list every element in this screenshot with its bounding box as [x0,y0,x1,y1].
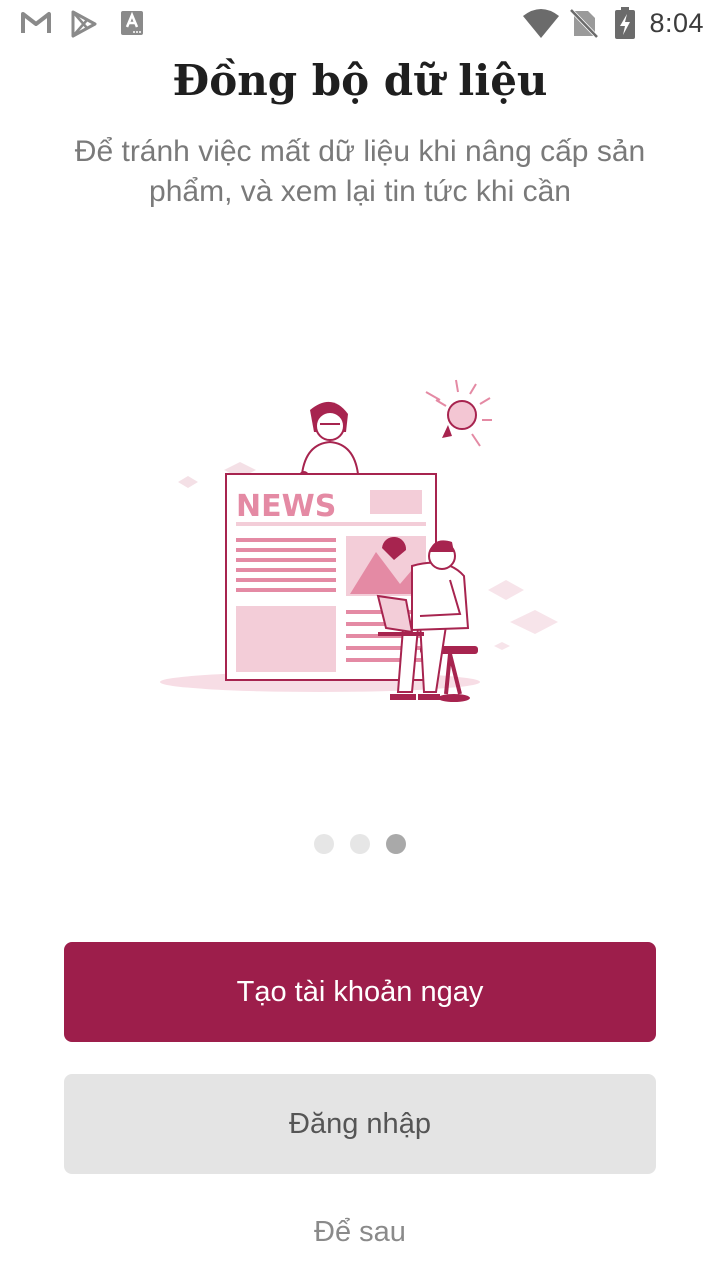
newspaper-illustration: NEWS [150,370,570,720]
create-account-button[interactable]: Tạo tài khoản ngay [64,942,656,1042]
news-label: NEWS [236,489,336,524]
wifi-icon [522,8,560,43]
battery-charging-icon [614,7,636,44]
page-dot-3-active[interactable] [386,834,406,854]
diamond-decor [494,642,510,650]
page-indicator [0,834,720,854]
page-dot-1[interactable] [314,834,334,854]
login-button[interactable]: Đăng nhập [64,1074,656,1174]
font-a-icon [120,10,144,41]
play-store-icon [70,10,98,43]
diamond-decor [510,610,558,634]
status-bar: 8:04 [0,0,720,48]
skip-later-link[interactable]: Để sau [0,1216,720,1249]
page-dot-2[interactable] [350,834,370,854]
page-title: Đồng bộ dữ liệu [172,56,548,105]
lightbulb-icon [425,379,492,447]
no-sim-icon [569,8,599,43]
status-time: 8:04 [649,8,704,38]
page-subtitle: Để tránh việc mất dữ liệu khi nâng cấp s… [74,135,646,208]
diamond-decor [488,580,524,600]
diamond-decor [178,476,198,488]
gmail-icon [20,10,52,41]
